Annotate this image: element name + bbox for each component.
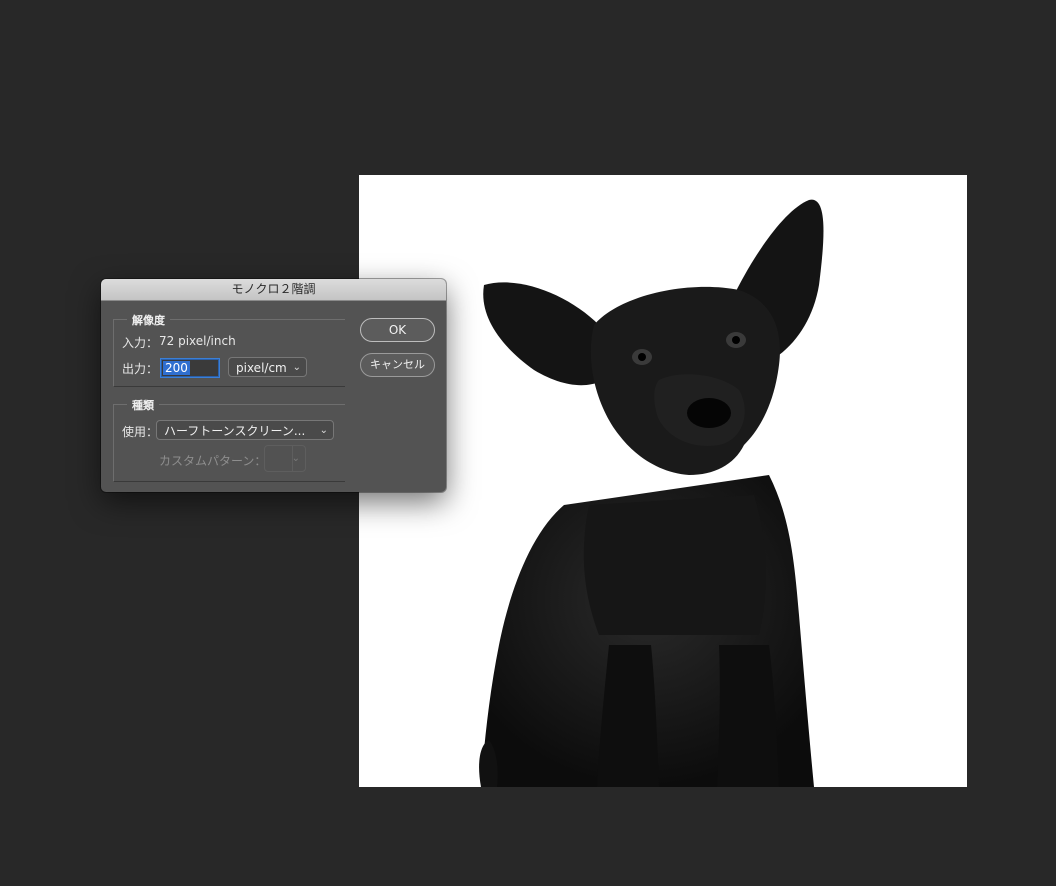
output-resolution-row: 出力： — [122, 360, 158, 377]
type-group: 種類 — [113, 397, 345, 482]
dog-photo — [359, 175, 967, 787]
output-unit-select[interactable]: pixel/cm ⌄ — [228, 357, 307, 377]
output-resolution-value: 200 — [163, 361, 190, 375]
chevron-down-icon: ⌄ — [292, 362, 301, 373]
use-row: 使用： — [122, 423, 158, 440]
document-image[interactable] — [359, 175, 967, 787]
monochrome-2-level-dialog: モノクロ２階調 解像度 入力： 72 pixel/inch 出力： 200 pi… — [101, 279, 446, 492]
output-resolution-input[interactable]: 200 — [160, 358, 220, 378]
input-resolution-value: 72 pixel/inch — [159, 334, 236, 348]
use-label: 使用： — [122, 425, 159, 439]
resolution-legend: 解像度 — [127, 312, 170, 328]
custom-pattern-label: カスタムパターン： — [159, 454, 267, 468]
cancel-button[interactable]: キャンセル — [360, 353, 435, 377]
method-select[interactable]: ハーフトーンスクリーン... ⌄ — [156, 420, 334, 440]
chevron-down-icon: ⌄ — [319, 425, 328, 436]
dialog-title: モノクロ２階調 — [101, 279, 446, 301]
input-resolution-row: 入力： 72 pixel/inch — [122, 334, 236, 351]
ok-button[interactable]: OK — [360, 318, 435, 342]
output-label: 出力： — [122, 362, 159, 376]
method-value: ハーフトーンスクリーン... — [164, 424, 306, 438]
chevron-down-icon: ⌄ — [291, 453, 300, 464]
custom-pattern-select: ⌄ — [264, 445, 306, 472]
input-label: 入力： — [122, 336, 159, 350]
output-unit-value: pixel/cm — [236, 361, 287, 375]
type-legend: 種類 — [127, 397, 159, 413]
